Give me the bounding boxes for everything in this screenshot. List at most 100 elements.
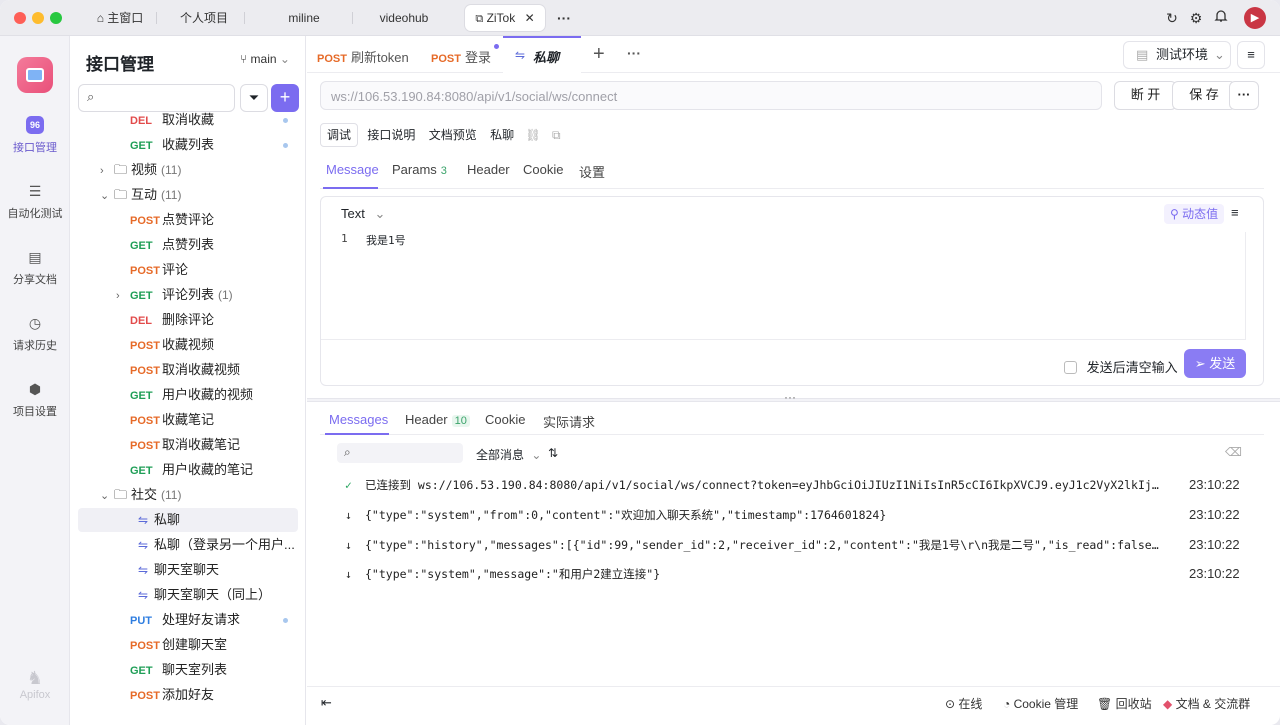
tree-item-websocket[interactable]: ⇋ 私聊（登录另一个用户...: [78, 533, 298, 557]
minimize-window-button[interactable]: [32, 12, 44, 24]
branch-icon: ⑂: [240, 52, 248, 66]
format-select[interactable]: Text ⌄: [341, 206, 385, 222]
gear-icon[interactable]: ⚙: [1187, 9, 1205, 27]
method-badge: GET: [130, 465, 153, 477]
panel-splitter[interactable]: ···: [307, 390, 1280, 404]
clear-after-send-checkbox[interactable]: 发送后清空输入: [1064, 357, 1178, 376]
tree-item-api[interactable]: POST 取消收藏笔记: [78, 433, 298, 457]
request-tab[interactable]: Message: [326, 162, 379, 177]
tree-item-api[interactable]: POST 取消收藏视频: [78, 358, 298, 382]
tree-item-api[interactable]: GET 用户收藏的视频: [78, 383, 298, 407]
format-icon[interactable]: ≡: [1231, 205, 1239, 220]
nav-automation[interactable]: ☰ 自动化测试: [0, 182, 70, 221]
tree-folder[interactable]: ⌄ 🗀 社交 (11): [78, 483, 298, 507]
dynamic-value-button[interactable]: ⚲ 动态值: [1164, 204, 1225, 224]
bell-icon[interactable]: [1212, 9, 1230, 27]
tree-item-websocket[interactable]: ⇋ 私聊: [78, 508, 298, 532]
branch-selector[interactable]: ⑂ main ⌄: [240, 52, 290, 66]
window-tab-videohub[interactable]: videohub: [356, 5, 452, 31]
chevron-right-icon[interactable]: ›: [116, 284, 130, 307]
message-row[interactable]: ↓ {"type":"system","message":"和用户2建立连接"} 2…: [345, 563, 1245, 585]
message-row[interactable]: ↓ {"type":"system","from":0,"content":"欢迎…: [345, 504, 1245, 526]
tree-item-api[interactable]: POST 收藏笔记: [78, 408, 298, 432]
nav-api-management[interactable]: 96 接口管理: [0, 116, 70, 155]
message-search-input[interactable]: ⌕: [337, 443, 463, 463]
tree-item-websocket[interactable]: ⇋ 聊天室聊天: [78, 558, 298, 582]
method-badge: POST: [130, 415, 160, 427]
tab-login[interactable]: POST 登录: [431, 44, 499, 66]
message-row[interactable]: ↓ {"type":"history","messages":[{"id":99,…: [345, 534, 1245, 556]
tree-item-api[interactable]: POST 评论: [78, 258, 298, 282]
docs-community-link[interactable]: ◆ 文档 & 交流群: [1163, 695, 1250, 712]
tree-item-api[interactable]: GET 用户收藏的笔记: [78, 458, 298, 482]
tab-doc-preview[interactable]: 文档预览: [429, 128, 477, 142]
message-filter-select[interactable]: 全部消息 ⌄: [476, 446, 541, 463]
tree-item-api[interactable]: GET 收藏列表: [78, 133, 298, 157]
tree-item-websocket[interactable]: ⇋ 聊天室聊天（同上）: [78, 583, 298, 607]
window-tab-miline[interactable]: miline: [256, 5, 353, 31]
close-window-button[interactable]: [14, 12, 26, 24]
close-tab-icon[interactable]: ✕: [525, 11, 535, 25]
tree-item-api[interactable]: › GET 评论列表 (1): [78, 283, 298, 307]
tree-item-api[interactable]: DEL 删除评论: [78, 308, 298, 332]
link-icon[interactable]: ⛓: [525, 128, 540, 142]
more-tabs-icon[interactable]: ···: [555, 9, 573, 27]
request-tab[interactable]: 设置: [579, 162, 605, 181]
recycle-bin-link[interactable]: 🗑 回收站: [1097, 695, 1152, 712]
collapse-sidebar-icon[interactable]: ⇤: [321, 695, 332, 711]
nav-share-docs[interactable]: ▤ 分享文档: [0, 248, 70, 287]
response-tab[interactable]: Messages: [329, 412, 388, 427]
send-button[interactable]: ➢ 发送: [1184, 349, 1246, 378]
code-area[interactable]: 1 我是1号: [321, 232, 1245, 340]
response-tab[interactable]: Cookie: [485, 412, 525, 427]
tab-refresh-token[interactable]: POST 刷新token: [317, 47, 409, 66]
tree-item-api[interactable]: GET 点赞列表: [78, 233, 298, 257]
response-tab[interactable]: Header 10: [405, 412, 470, 427]
tab-private-chat[interactable]: ⇋ 私聊: [503, 36, 581, 73]
tree-item-label: 收藏笔记: [162, 412, 215, 427]
tree-item-api[interactable]: DEL 取消收藏: [78, 108, 298, 132]
env-selector[interactable]: ▤ 测试环境 ⌄: [1123, 41, 1231, 69]
cookie-manager-link[interactable]: ◔ Cookie 管理: [1003, 695, 1078, 712]
tab-api-doc[interactable]: 接口说明: [367, 128, 415, 142]
nav-project-settings[interactable]: ⬢ 项目设置: [0, 380, 70, 419]
tree-item-api[interactable]: POST 收藏视频: [78, 333, 298, 357]
tabs-more-icon[interactable]: ···: [627, 45, 641, 61]
nav-history[interactable]: ◷ 请求历史: [0, 314, 70, 353]
window-tab-zitok[interactable]: ⧉ ZiTok ✕: [465, 5, 545, 31]
tree-folder[interactable]: ⌄ 🗀 互动 (11): [78, 183, 298, 207]
tree-folder[interactable]: › 🗀 视频 (11): [78, 158, 298, 182]
avatar[interactable]: ▶: [1244, 7, 1266, 29]
more-actions-button[interactable]: ···: [1229, 81, 1259, 110]
url-input[interactable]: ws://106.53.190.84:8080/api/v1/social/ws…: [320, 81, 1102, 110]
chevron-down-icon[interactable]: ⌄: [100, 184, 114, 207]
copy-icon[interactable]: ⧉: [552, 128, 561, 142]
clear-messages-icon[interactable]: ⌫: [1225, 445, 1242, 459]
online-status[interactable]: ⊙ 在线: [945, 695, 982, 712]
menu-button[interactable]: ≡: [1237, 41, 1265, 69]
maximize-window-button[interactable]: [50, 12, 62, 24]
sidebar-title: 接口管理: [86, 55, 154, 74]
tree-item-api[interactable]: POST 添加好友: [78, 683, 298, 707]
window-tab-personal[interactable]: 个人项目: [164, 5, 245, 31]
window-tab-home[interactable]: ⌂ 主窗口: [84, 5, 157, 31]
project-logo[interactable]: [17, 57, 53, 93]
tree-item-api[interactable]: PUT 处理好友请求: [78, 608, 298, 632]
save-button[interactable]: 保 存: [1172, 81, 1236, 110]
request-tab[interactable]: Params 3: [392, 162, 447, 177]
tree-item-api[interactable]: GET 聊天室列表: [78, 658, 298, 682]
message-row[interactable]: ✓ 已连接到 ws://106.53.190.84:8080/api/v1/soc…: [345, 474, 1245, 496]
chevron-right-icon[interactable]: ›: [100, 159, 114, 182]
tree-item-api[interactable]: POST 创建聊天室: [78, 633, 298, 657]
new-tab-button[interactable]: +: [593, 43, 605, 66]
refresh-icon[interactable]: ↻: [1163, 9, 1181, 27]
response-tab[interactable]: 实际请求: [543, 412, 595, 431]
tab-debug[interactable]: 调试: [320, 123, 359, 147]
sort-icon[interactable]: ⇅: [548, 446, 558, 460]
status-dot: [283, 618, 288, 623]
request-tab[interactable]: Cookie: [523, 162, 563, 177]
chevron-down-icon[interactable]: ⌄: [100, 484, 114, 507]
tree-item-api[interactable]: POST 点赞评论: [78, 208, 298, 232]
request-tab[interactable]: Header: [467, 162, 510, 177]
disconnect-button[interactable]: 断 开: [1114, 81, 1177, 110]
